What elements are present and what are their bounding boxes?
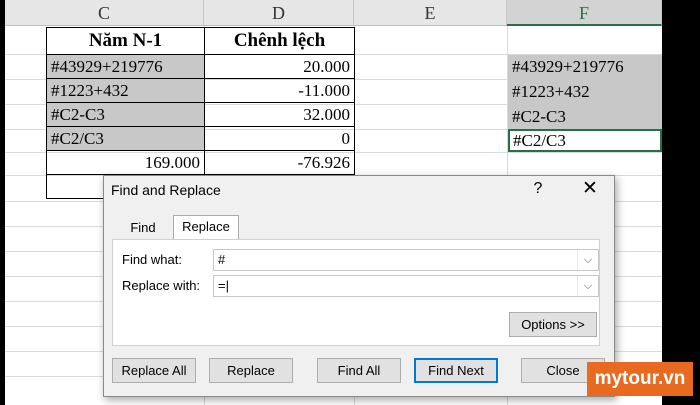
options-button[interactable]: Options >>: [509, 312, 597, 337]
tab-panel: Find what: # ⌵ Replace with: =| ⌵ Option…: [112, 239, 600, 346]
cell-d6[interactable]: -76.926: [204, 150, 355, 175]
tab-replace[interactable]: Replace: [173, 215, 239, 240]
cell-d4[interactable]: 32.000: [204, 102, 355, 127]
find-what-value: #: [218, 252, 226, 267]
cell-f4[interactable]: #C2-C3: [508, 105, 662, 130]
cell-f5-active[interactable]: #C2/C3: [508, 129, 662, 152]
cell-c6[interactable]: 169.000: [46, 150, 205, 175]
cell-c3[interactable]: #1223+432: [46, 78, 205, 103]
replace-with-label: Replace with:: [122, 278, 201, 293]
column-header-d[interactable]: D: [204, 0, 354, 26]
cell-d1[interactable]: Chênh lệch: [204, 27, 355, 55]
cell-c5[interactable]: #C2/C3: [46, 126, 205, 151]
cell-d3[interactable]: -11.000: [204, 78, 355, 103]
cell-c1[interactable]: Năm N-1: [46, 27, 205, 55]
replace-with-value: =|: [218, 278, 229, 293]
find-replace-dialog: Find and Replace ? ✕ Find Replace Find w…: [103, 175, 615, 397]
find-all-button[interactable]: Find All: [317, 358, 401, 383]
tab-find[interactable]: Find: [120, 217, 166, 239]
find-what-input[interactable]: # ⌵: [213, 249, 599, 271]
cell-f3[interactable]: #1223+432: [508, 80, 662, 105]
replace-with-input[interactable]: =| ⌵: [213, 275, 599, 297]
column-header-c[interactable]: C: [5, 0, 204, 26]
help-icon[interactable]: ?: [530, 180, 546, 198]
chevron-down-icon[interactable]: ⌵: [577, 250, 598, 270]
cell-d2[interactable]: 20.000: [204, 54, 355, 79]
cell-c2[interactable]: #43929+219776: [46, 54, 205, 79]
close-icon[interactable]: ✕: [578, 178, 602, 200]
chevron-down-icon[interactable]: ⌵: [577, 276, 598, 296]
cell-f2[interactable]: #43929+219776: [508, 55, 662, 80]
find-what-label: Find what:: [122, 252, 182, 267]
find-next-button[interactable]: Find Next: [414, 358, 498, 383]
replace-button[interactable]: Replace: [209, 358, 293, 383]
watermark-logo: mytour.vn: [587, 362, 693, 396]
cell-d5[interactable]: 0: [204, 126, 355, 151]
cell-c4[interactable]: #C2-C3: [46, 102, 205, 127]
replace-all-button[interactable]: Replace All: [112, 358, 196, 383]
column-header-f[interactable]: F: [507, 0, 662, 26]
dialog-title: Find and Replace: [111, 182, 221, 198]
column-header-e[interactable]: E: [354, 0, 507, 26]
